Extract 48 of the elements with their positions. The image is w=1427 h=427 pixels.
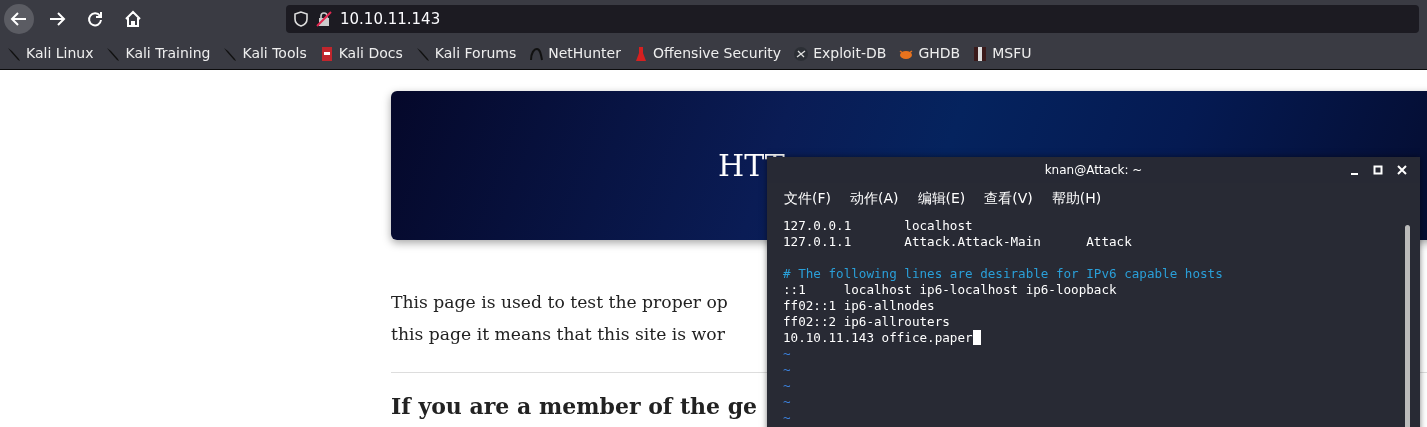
code-line: 127.0.1.1 Attack.Attack-Main Attack <box>783 234 1132 249</box>
bookmark-link[interactable]: MSFU <box>970 43 1034 64</box>
intro-paragraph: This page is used to test the proper op this page it means that this site is wor <box>391 291 729 346</box>
stroke-icon <box>414 45 431 62</box>
bookmark-link[interactable]: GHDB <box>896 43 963 64</box>
section-heading: If you are a member of the ge <box>391 393 758 420</box>
bookmark-link[interactable]: Kali Training <box>103 43 213 64</box>
url-text: 10.10.11.143 <box>340 8 441 30</box>
menu-item[interactable]: 帮助(H) <box>1051 187 1102 209</box>
code-line: 127.0.0.1 localhost <box>783 218 973 233</box>
menu-item[interactable]: 动作(A) <box>850 187 899 209</box>
code-line: ::1 localhost ip6-localhost ip6-loopback <box>783 282 1117 297</box>
bookmark-link[interactable]: Offensive Security <box>630 43 784 64</box>
stroke-icon <box>105 45 122 62</box>
bookmark-link[interactable]: Kali Tools <box>220 43 309 64</box>
reload-icon <box>86 10 104 28</box>
empty-line-marker: ~ <box>783 410 791 425</box>
forward-icon <box>48 10 66 28</box>
bookmark-link[interactable]: NetHunter <box>526 43 623 64</box>
code-line: ff02::1 ip6-allnodes <box>783 298 935 313</box>
empty-line-marker: ~ <box>783 394 791 409</box>
back-icon <box>10 10 28 28</box>
address-bar[interactable]: 10.10.11.143 <box>286 5 1419 33</box>
stroke-icon <box>6 45 22 62</box>
empty-line-marker: ~ <box>783 378 791 393</box>
stroke-icon <box>222 45 239 62</box>
menu-item[interactable]: 文件(F) <box>784 187 831 209</box>
minimize-icon <box>1350 173 1358 175</box>
arc-icon <box>528 45 545 62</box>
back-button[interactable] <box>4 4 34 34</box>
window-title: knan@Attack: ~ <box>1044 162 1143 179</box>
close-icon <box>1397 165 1407 175</box>
scrollbar[interactable] <box>1405 225 1410 427</box>
empty-line-marker: ~ <box>783 346 791 361</box>
bookmark-link[interactable]: Kali Linux <box>4 43 96 64</box>
empty-line-marker: ~ <box>783 362 791 377</box>
menu-item[interactable]: 查看(V) <box>984 187 1033 209</box>
code-line: ff02::2 ip6-allrouters <box>783 314 950 329</box>
home-icon <box>124 10 142 28</box>
maximize-icon <box>1373 165 1383 175</box>
code-line: 10.10.11.143 office.paper <box>783 330 973 345</box>
bookmark-link[interactable]: Kali Docs <box>316 43 405 64</box>
menu-item[interactable]: 编辑(E) <box>917 187 966 209</box>
insecure-lock-icon <box>316 11 332 27</box>
bookmark-link[interactable]: Kali Forums <box>412 43 519 64</box>
shield-icon <box>294 11 308 27</box>
bookmark-link[interactable]: Exploit-DB <box>791 43 889 64</box>
code-comment: # The following lines are desirable for IPv6 capable hosts <box>783 266 1223 281</box>
